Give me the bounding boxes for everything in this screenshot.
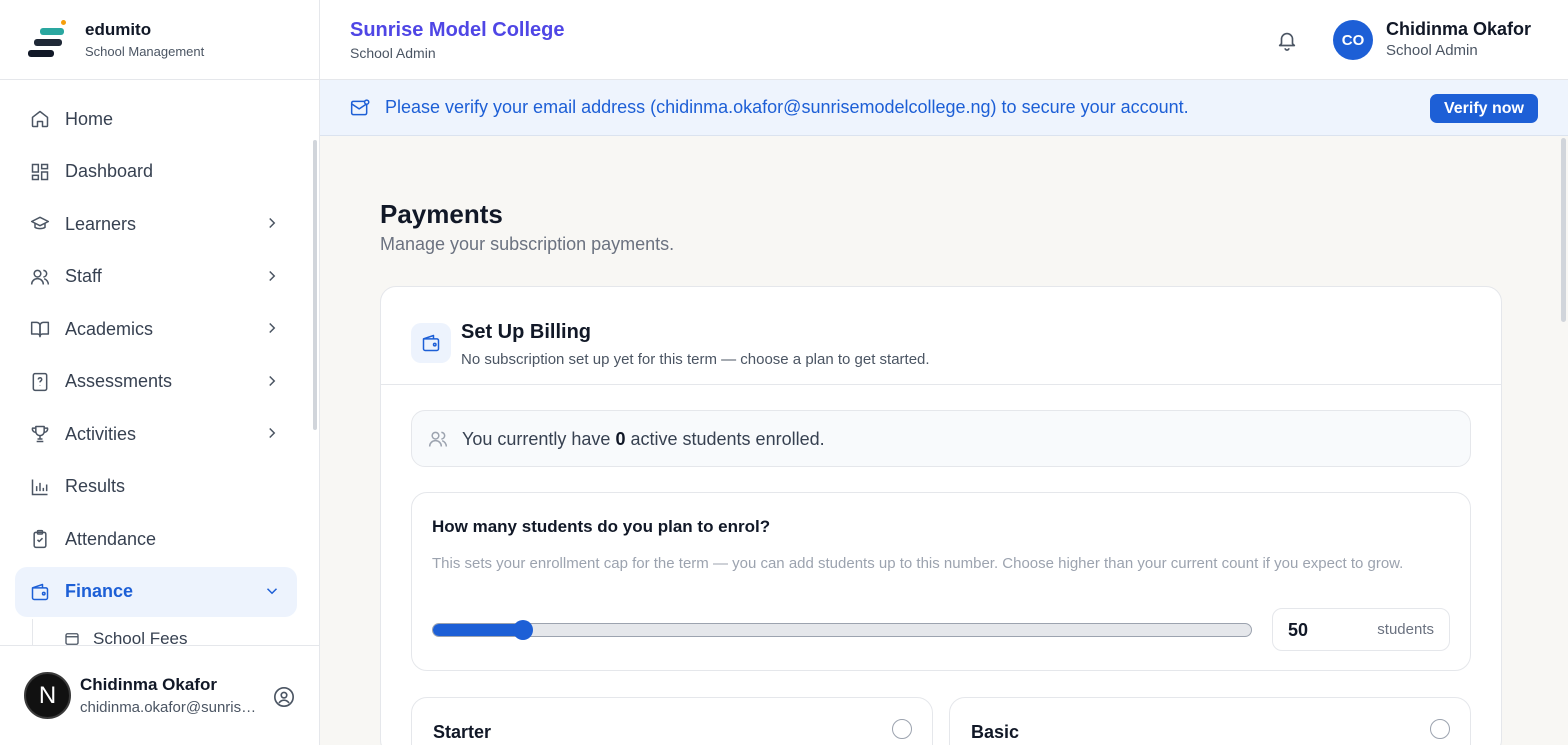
chevron-down-icon — [266, 587, 278, 594]
sidebar-user-name: Chidinma Okafor — [80, 675, 217, 694]
sidebar-item-dashboard[interactable]: Dashboard — [15, 147, 297, 197]
sidebar-item-label: Activities — [65, 423, 137, 444]
sidebar-item-label: Results — [65, 476, 126, 496]
bell-icon[interactable] — [1276, 28, 1298, 52]
sidebar-item-label: Attendance — [65, 528, 157, 549]
banner-text: Please verify your email address (chidin… — [385, 97, 1189, 117]
sidebar-item-academics[interactable]: Academics — [15, 304, 297, 354]
header-user-role: School Admin — [1386, 42, 1478, 59]
mail-icon — [350, 99, 370, 116]
brand[interactable]: edumito School Management — [0, 0, 319, 80]
student-count-unit: students — [1377, 621, 1434, 638]
user-avatar[interactable]: CO — [1333, 20, 1373, 60]
sidebar-item-staff[interactable]: Staff — [15, 252, 297, 302]
sidebar-item-home[interactable]: Home — [15, 94, 297, 144]
sidebar-item-label: Dashboard — [65, 161, 154, 181]
sidebar-user[interactable]: N Chidinma Okafor chidinma.okafor@sunris… — [0, 645, 319, 745]
sidebar-scrollbar[interactable] — [313, 140, 317, 430]
book-open-icon — [30, 319, 50, 339]
enrolment-plan-box: How many students do you plan to enrol? … — [411, 492, 1471, 671]
enrolled-students-notice: You currently have 0 active students enr… — [411, 410, 1471, 467]
sidebar-item-label: Assessments — [65, 371, 173, 391]
file-question-icon — [30, 372, 50, 392]
school-name[interactable]: Sunrise Model College — [350, 19, 564, 42]
page-title: Payments — [380, 199, 503, 229]
sidebar-subitem-label: School Fees — [93, 629, 188, 645]
enrolled-count: 0 — [615, 429, 626, 449]
brand-subtitle: School Management — [85, 44, 205, 59]
avatar: N — [24, 672, 71, 719]
page-subtitle: Manage your subscription payments. — [380, 234, 675, 254]
plan-option-basic[interactable]: Basic — [949, 697, 1471, 745]
enrolled-prefix: You currently have — [462, 429, 611, 449]
sidebar-item-finance[interactable]: Finance — [15, 566, 297, 617]
sidebar-item-activities[interactable]: Activities — [15, 409, 297, 459]
sidebar-user-email: chidinma.okafor@sunrisemodelcollege.ng — [80, 699, 260, 716]
bar-chart-icon — [30, 477, 50, 497]
plan-question: How many students do you plan to enrol? — [432, 517, 771, 536]
plan-help-text: This sets your enrollment cap for the te… — [432, 555, 1404, 572]
sidebar-item-label: Finance — [65, 581, 134, 601]
plan-option-starter[interactable]: Starter — [411, 697, 933, 745]
plan-radio[interactable] — [1430, 719, 1450, 739]
top-header: Sunrise Model College School Admin CO Ch… — [320, 0, 1568, 80]
sidebar-subitem-school-fees[interactable]: School Fees — [32, 619, 319, 645]
chevron-right-icon — [269, 322, 276, 334]
trophy-icon — [30, 424, 50, 444]
users-icon — [428, 431, 448, 447]
sidebar-item-learners[interactable]: Learners — [15, 199, 297, 249]
plan-option-name: Basic — [971, 722, 1020, 742]
users-icon — [30, 267, 50, 287]
billing-card-header: Set Up Billing No subscription set up ye… — [381, 287, 1501, 385]
brand-logo-icon — [28, 19, 70, 60]
slider-thumb[interactable] — [512, 620, 533, 640]
sidebar-item-label: Home — [65, 108, 114, 129]
plan-option-name: Starter — [433, 722, 492, 742]
enrolled-text: You currently have 0 active students enr… — [462, 429, 825, 450]
student-count-value: 50 — [1288, 620, 1309, 640]
wallet-icon — [30, 582, 50, 602]
brand-name: edumito — [85, 20, 152, 39]
chevron-right-icon — [269, 217, 276, 229]
plan-radio[interactable] — [892, 719, 912, 739]
enrolled-suffix: active students enrolled. — [630, 429, 825, 449]
receipt-icon — [65, 633, 79, 645]
user-circle-icon[interactable] — [273, 686, 295, 708]
dashboard-icon — [30, 162, 50, 182]
billing-title: Set Up Billing — [461, 321, 591, 343]
sidebar-item-assessments[interactable]: Assessments — [15, 357, 297, 407]
student-count-input[interactable]: 50 students — [1272, 608, 1450, 651]
verify-email-banner: Please verify your email address (chidin… — [320, 80, 1568, 136]
header-user-name[interactable]: Chidinma Okafor — [1386, 19, 1531, 40]
school-role: School Admin — [350, 45, 436, 61]
wallet-icon — [411, 323, 451, 363]
verify-now-button[interactable]: Verify now — [1429, 94, 1538, 123]
sidebar-item-label: Academics — [65, 318, 154, 339]
sidebar-nav: Home Dashboard Learners Staff Academics … — [0, 80, 319, 645]
sidebar-item-attendance[interactable]: Attendance — [15, 514, 297, 564]
graduation-cap-icon — [30, 214, 50, 234]
student-count-slider[interactable] — [432, 620, 1252, 640]
sidebar-item-label: Learners — [65, 213, 137, 234]
billing-card: Set Up Billing No subscription set up ye… — [380, 286, 1502, 745]
main-scrollbar[interactable] — [1561, 138, 1566, 322]
chevron-right-icon — [269, 427, 276, 439]
slider-fill — [433, 624, 523, 636]
home-icon — [30, 109, 50, 129]
sidebar-item-results[interactable]: Results — [15, 462, 297, 512]
sidebar: edumito School Management Home Dashboard… — [0, 0, 320, 745]
chevron-right-icon — [269, 375, 276, 386]
chevron-right-icon — [269, 270, 276, 281]
clipboard-check-icon — [30, 529, 50, 549]
billing-subtitle: No subscription set up yet for this term… — [461, 351, 930, 368]
sidebar-item-label: Staff — [65, 266, 102, 286]
